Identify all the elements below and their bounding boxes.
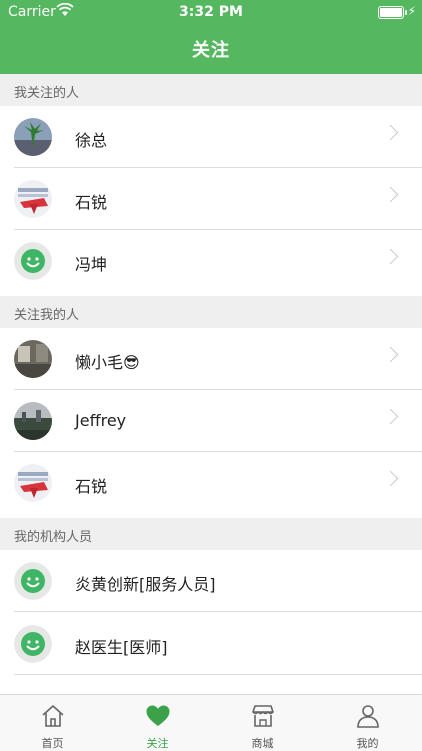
avatar bbox=[14, 180, 52, 218]
home-icon bbox=[40, 703, 66, 729]
list-item[interactable]: 徐总 bbox=[0, 106, 422, 168]
tab-follow[interactable]: 关注 bbox=[105, 695, 210, 751]
chevron-right-icon bbox=[382, 408, 399, 425]
list-item[interactable]: 冯坤 bbox=[0, 230, 422, 292]
tab-me[interactable]: 我的 bbox=[315, 695, 420, 751]
avatar-smiley-icon bbox=[14, 625, 52, 663]
contact-name: 徐总 bbox=[75, 131, 108, 150]
section-header-org-staff: 我的机构人员 bbox=[0, 518, 422, 550]
page-title: 关注 bbox=[192, 40, 230, 61]
clock: 3:32 PM bbox=[179, 4, 243, 20]
tab-label: 关注 bbox=[146, 737, 169, 750]
avatar bbox=[14, 402, 52, 440]
tab-bar: 首页 关注 商城 我的 bbox=[0, 694, 422, 751]
list-item[interactable]: 石锐 bbox=[0, 452, 422, 514]
store-icon bbox=[250, 703, 276, 729]
section-header-followers: 关注我的人 bbox=[0, 296, 422, 328]
tab-store[interactable]: 商城 bbox=[210, 695, 315, 751]
contact-name: 冯坤 bbox=[75, 255, 108, 274]
battery-icon bbox=[378, 6, 407, 19]
list-item[interactable]: 赵医生[医师] bbox=[0, 613, 422, 675]
tab-label: 商城 bbox=[251, 737, 274, 750]
list-item[interactable]: 石锐 bbox=[0, 168, 422, 230]
list-item[interactable]: 懒小毛😎 bbox=[0, 328, 422, 390]
section-header-following: 我关注的人 bbox=[0, 74, 422, 106]
chevron-right-icon bbox=[382, 186, 399, 203]
section-title: 我的机构人员 bbox=[14, 530, 93, 545]
contact-name: 懒小毛😎 bbox=[75, 353, 140, 372]
contact-name: 石锐 bbox=[75, 193, 108, 212]
avatar bbox=[14, 340, 52, 378]
contact-name: Jeffrey bbox=[75, 411, 127, 430]
chevron-right-icon bbox=[382, 470, 399, 487]
person-icon bbox=[355, 703, 381, 729]
section-title: 我关注的人 bbox=[14, 86, 80, 101]
heart-icon bbox=[145, 703, 171, 729]
avatar bbox=[14, 464, 52, 502]
tab-home[interactable]: 首页 bbox=[0, 695, 105, 751]
chevron-right-icon bbox=[382, 248, 399, 265]
divider bbox=[14, 611, 422, 612]
tab-label: 首页 bbox=[41, 737, 64, 750]
contact-name: 赵医生[医师] bbox=[75, 638, 168, 657]
chevron-right-icon bbox=[382, 124, 399, 141]
section-title: 关注我的人 bbox=[14, 308, 80, 323]
nav-bar: 关注 bbox=[0, 24, 422, 74]
contact-name: 炎黄创新[服务人员] bbox=[75, 575, 216, 594]
list-item[interactable]: 炎黄创新[服务人员] bbox=[0, 550, 422, 612]
contact-name: 石锐 bbox=[75, 477, 108, 496]
status-bar: Carrier 3:32 PM ⚡ bbox=[0, 0, 422, 24]
tab-label: 我的 bbox=[356, 737, 379, 750]
avatar-smiley-icon bbox=[14, 242, 52, 280]
list-item[interactable]: Jeffrey bbox=[0, 390, 422, 452]
avatar-smiley-icon bbox=[14, 562, 52, 600]
charging-icon: ⚡ bbox=[407, 4, 416, 18]
divider bbox=[14, 674, 422, 675]
chevron-right-icon bbox=[382, 346, 399, 363]
avatar bbox=[14, 118, 52, 156]
